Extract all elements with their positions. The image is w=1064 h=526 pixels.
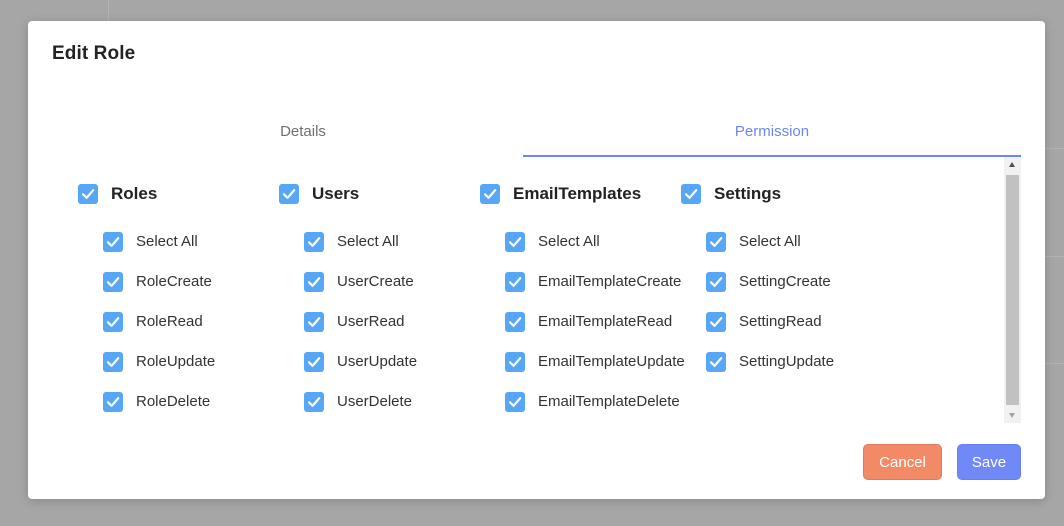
permission-label: EmailTemplateDelete [538, 393, 680, 410]
checkbox[interactable] [103, 232, 123, 252]
checkbox[interactable] [304, 352, 324, 372]
background-divider [1045, 148, 1064, 149]
permission-label: Select All [136, 233, 198, 250]
cancel-button[interactable]: Cancel [863, 444, 942, 480]
permission-label: SettingRead [739, 313, 822, 330]
scrollbar-thumb[interactable] [1006, 175, 1019, 405]
checkbox[interactable] [681, 184, 701, 204]
checkbox[interactable] [706, 272, 726, 292]
tab-details[interactable]: Details [64, 119, 542, 155]
background-divider [1045, 256, 1064, 257]
dialog-title: Edit Role [52, 43, 136, 64]
checkbox[interactable] [505, 312, 525, 332]
permission-label: Select All [538, 233, 600, 250]
checkbox[interactable] [505, 272, 525, 292]
checkbox[interactable] [78, 184, 98, 204]
permission-label: Select All [739, 233, 801, 250]
checkbox[interactable] [304, 232, 324, 252]
checkbox[interactable] [706, 352, 726, 372]
permission-label: Select All [337, 233, 399, 250]
checkbox[interactable] [480, 184, 500, 204]
permission-panel: Roles Select All RoleCreate RoleRead RoleUpd… [64, 157, 1021, 423]
checkbox[interactable] [505, 232, 525, 252]
checkbox[interactable] [103, 352, 123, 372]
permission-label: UserDelete [337, 393, 413, 410]
checkbox[interactable] [103, 312, 123, 332]
permission-label: RoleCreate [136, 273, 212, 290]
tab-permission[interactable]: Permission [523, 119, 1021, 157]
background-divider [1045, 363, 1064, 364]
group-label: EmailTemplates [513, 184, 642, 203]
group-label: Roles [111, 184, 158, 203]
permission-label: UserCreate [337, 273, 414, 290]
checkbox[interactable] [706, 232, 726, 252]
permission-label: EmailTemplateCreate [538, 273, 682, 290]
permission-scrollbar[interactable] [1004, 157, 1021, 423]
checkbox[interactable] [304, 392, 324, 412]
checkbox[interactable] [103, 272, 123, 292]
scroll-down-arrow-icon[interactable] [1004, 407, 1021, 423]
scroll-up-arrow-icon[interactable] [1004, 157, 1021, 173]
checkbox[interactable] [279, 184, 299, 204]
permission-label: EmailTemplateUpdate [538, 353, 685, 370]
checkbox[interactable] [505, 352, 525, 372]
checkbox[interactable] [103, 392, 123, 412]
edit-role-dialog: Edit Role Details Permission Roles Select… [28, 21, 1045, 499]
save-button[interactable]: Save [957, 444, 1021, 480]
permission-label: UserUpdate [337, 353, 418, 370]
checkbox[interactable] [304, 272, 324, 292]
permission-label: RoleUpdate [136, 353, 216, 370]
background-divider [108, 0, 109, 21]
checkbox[interactable] [505, 392, 525, 412]
group-label: Settings [714, 184, 782, 203]
permission-label: RoleRead [136, 313, 203, 330]
permission-label: SettingUpdate [739, 353, 835, 370]
permission-label: UserRead [337, 313, 405, 330]
checkbox[interactable] [706, 312, 726, 332]
group-label: Users [312, 184, 360, 203]
tab-bar: Details Permission [64, 119, 1021, 157]
permission-label: EmailTemplateRead [538, 313, 673, 330]
checkbox[interactable] [304, 312, 324, 332]
permission-label: RoleDelete [136, 393, 211, 410]
permission-label: SettingCreate [739, 273, 831, 290]
